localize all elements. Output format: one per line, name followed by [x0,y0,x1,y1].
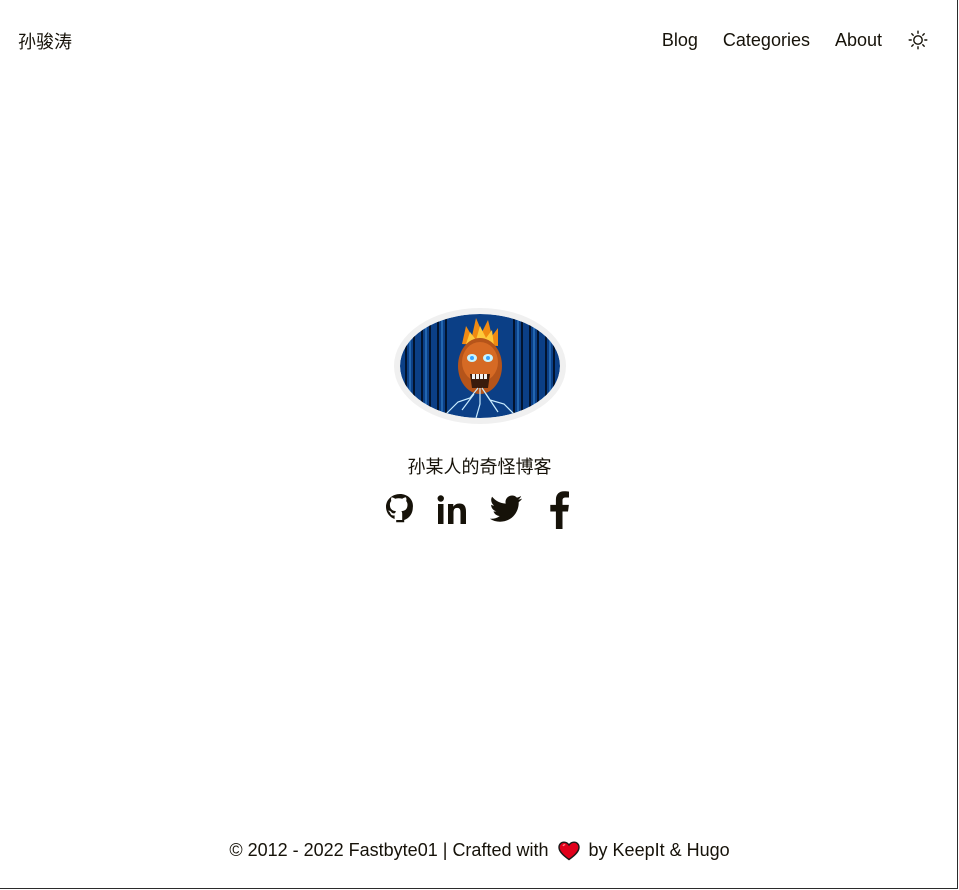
heart-icon [557,841,580,861]
nav-blog[interactable]: Blog [662,28,698,52]
social-links [0,490,959,530]
nav-categories[interactable]: Categories [723,28,810,52]
footer-separator: | [442,840,448,860]
home-profile: 孙某人的奇怪博客 [0,300,959,530]
main-nav: Blog Categories About [637,28,929,52]
twitter-link[interactable] [488,490,524,530]
facebook-link[interactable] [541,490,577,530]
site-footer: © 2012 - 2022 Fastbyte01 | Crafted with … [0,836,959,864]
site-subtitle: 孙某人的奇怪博客 [407,457,552,478]
sun-icon [908,30,928,50]
github-link[interactable] [382,490,418,530]
linkedin-icon [437,495,466,524]
avatar[interactable] [399,314,560,418]
ampersand-text: & [669,840,682,860]
theme-toggle-button[interactable] [907,29,929,51]
facebook-icon [550,491,569,529]
linkedin-link[interactable] [435,490,471,530]
github-icon [386,494,413,523]
crafted-text: Crafted with [452,840,549,860]
site-logo[interactable]: 孙骏涛 [18,28,72,54]
by-text: by [588,840,608,860]
site-header: 孙骏涛 Blog Categories About [0,0,959,80]
copyright-text: © 2012 - 2022 Fastbyte01 [229,840,438,860]
nav-about[interactable]: About [835,28,882,52]
hugo-link[interactable]: Hugo [687,840,730,860]
avatar-ring [393,308,566,424]
twitter-icon [489,495,522,522]
theme-link[interactable]: KeepIt [613,840,665,860]
